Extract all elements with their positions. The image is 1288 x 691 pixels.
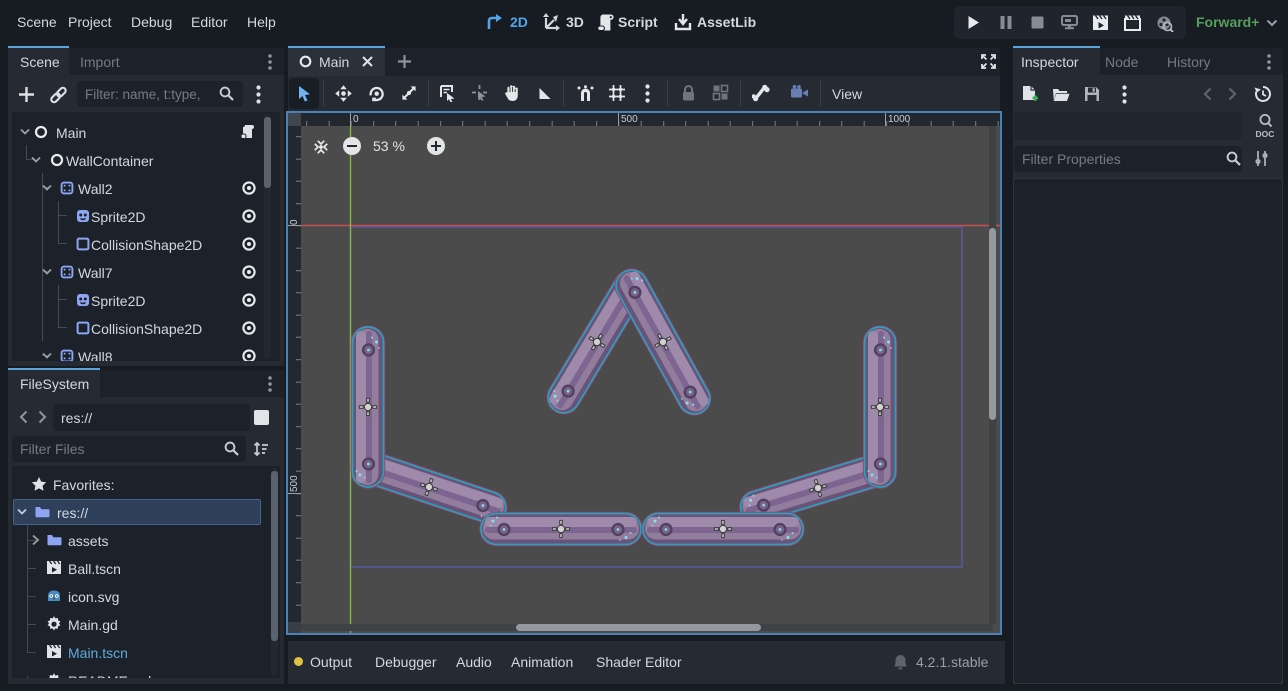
svg-text:DOC: DOC	[1256, 129, 1275, 139]
